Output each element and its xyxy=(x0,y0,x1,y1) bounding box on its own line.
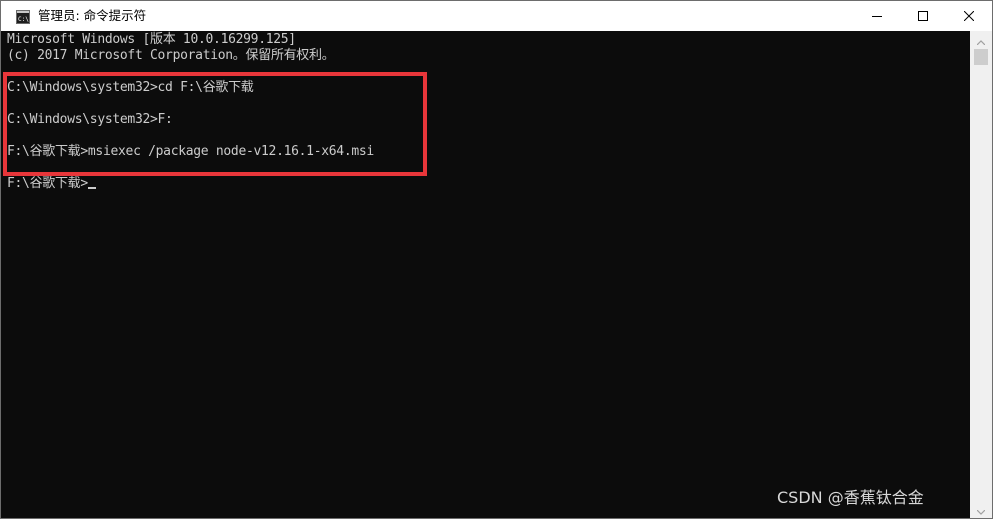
console-line-prompt[interactable]: F:\谷歌下载> xyxy=(7,176,96,192)
close-icon xyxy=(964,11,974,21)
scrollbar-thumb[interactable] xyxy=(974,49,988,65)
prompt-text: F:\谷歌下载> xyxy=(7,176,88,191)
maximize-button[interactable] xyxy=(900,1,946,31)
command-prompt-window: C:\ 管理员: 命令提示符 Microsoft Windows [版本 10.… xyxy=(0,0,993,519)
console-line-drive-command: C:\Windows\system32>F: xyxy=(7,112,173,127)
scroll-down-button[interactable] xyxy=(970,501,992,518)
svg-text:C:\: C:\ xyxy=(18,16,29,23)
text-cursor xyxy=(87,187,96,189)
scroll-up-button[interactable] xyxy=(970,31,992,48)
console-line-version: Microsoft Windows [版本 10.0.16299.125] xyxy=(7,32,296,47)
chevron-down-icon xyxy=(976,500,986,518)
maximize-icon xyxy=(918,11,928,21)
vertical-scrollbar[interactable] xyxy=(970,31,992,518)
window-title: 管理员: 命令提示符 xyxy=(38,8,147,23)
console-output[interactable]: Microsoft Windows [版本 10.0.16299.125] (c… xyxy=(1,31,970,518)
cmd-icon: C:\ xyxy=(16,9,30,24)
minimize-icon xyxy=(872,11,882,21)
chevron-up-icon xyxy=(976,30,986,49)
title-bar[interactable]: C:\ 管理员: 命令提示符 xyxy=(1,1,992,31)
console-line-cd-command: C:\Windows\system32>cd F:\谷歌下载 xyxy=(7,80,254,95)
close-button[interactable] xyxy=(946,1,992,31)
console-line-copyright: (c) 2017 Microsoft Corporation。保留所有权利。 xyxy=(7,48,335,63)
console-line-msiexec-command: F:\谷歌下载>msiexec /package node-v12.16.1-x… xyxy=(7,144,374,159)
minimize-button[interactable] xyxy=(854,1,900,31)
